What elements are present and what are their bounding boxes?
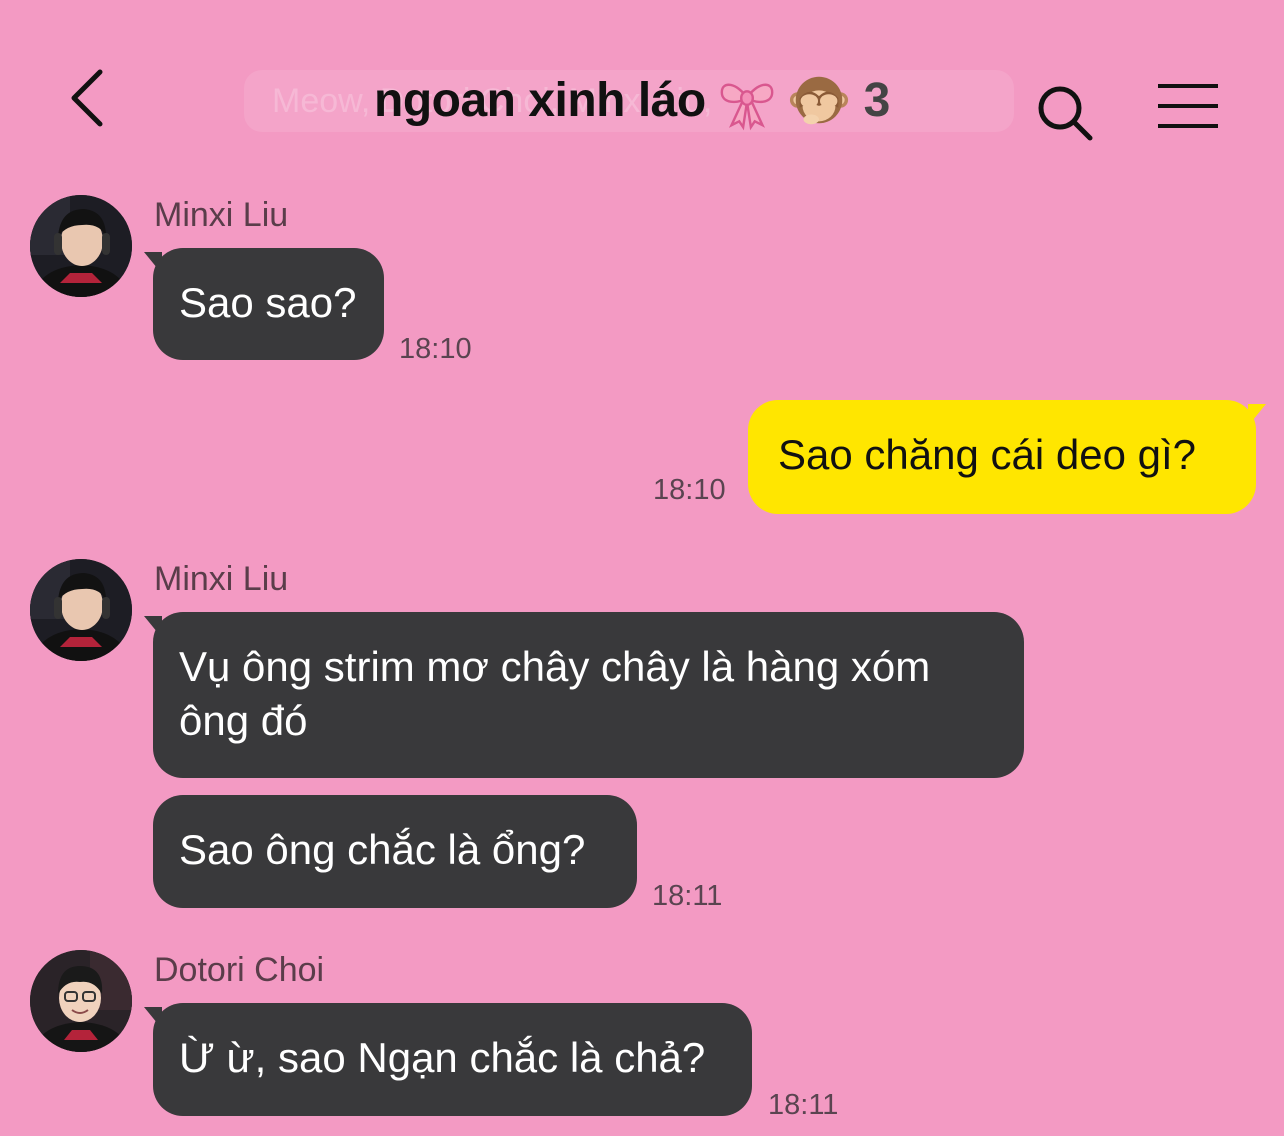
message-bubble[interactable]: Ừ ừ, sao Ngạn chắc là chả? (153, 1003, 752, 1116)
back-button[interactable] (60, 62, 120, 132)
chevron-left-icon (71, 69, 103, 127)
message-time: 18:10 (399, 333, 472, 365)
chat-title-text: ngoan xinh láo (374, 73, 706, 127)
hamburger-menu-icon (1158, 84, 1218, 128)
menu-button[interactable] (1156, 82, 1220, 132)
sender-name: Minxi Liu (154, 560, 289, 598)
message-time: 18:10 (653, 474, 726, 506)
sender-name: Minxi Liu (154, 196, 289, 234)
sender-name: Dotori Choi (154, 951, 325, 989)
search-icon (1038, 86, 1093, 141)
avatar-image (30, 195, 132, 297)
search-button[interactable] (1032, 80, 1096, 144)
message-bubble-outgoing[interactable]: Sao chăng cái deo gì? (748, 400, 1256, 514)
avatar-minxi-liu[interactable] (30, 559, 132, 661)
avatar-image (30, 950, 132, 1052)
message-bubble[interactable]: Sao sao? (153, 248, 384, 360)
see-no-evil-monkey-emoji-icon (789, 76, 848, 125)
message-bubble[interactable]: Sao ông chắc là ổng? (153, 795, 637, 908)
ribbon-emoji-icon (720, 83, 774, 131)
avatar-image (30, 559, 132, 661)
member-count: 3 (863, 73, 891, 127)
message-time: 18:11 (652, 880, 723, 912)
avatar-dotori-choi[interactable] (30, 950, 132, 1052)
chat-header: Meow, Dotori Choi, Minxi Liu, ngoan xinh… (0, 0, 1284, 170)
avatar-minxi-liu[interactable] (30, 195, 132, 297)
message-time: 18:11 (768, 1089, 839, 1121)
message-bubble[interactable]: Vụ ông strim mơ chây chây là hàng xóm ôn… (153, 612, 1024, 778)
chat-title[interactable]: ngoan xinh láo 3 (374, 70, 891, 131)
